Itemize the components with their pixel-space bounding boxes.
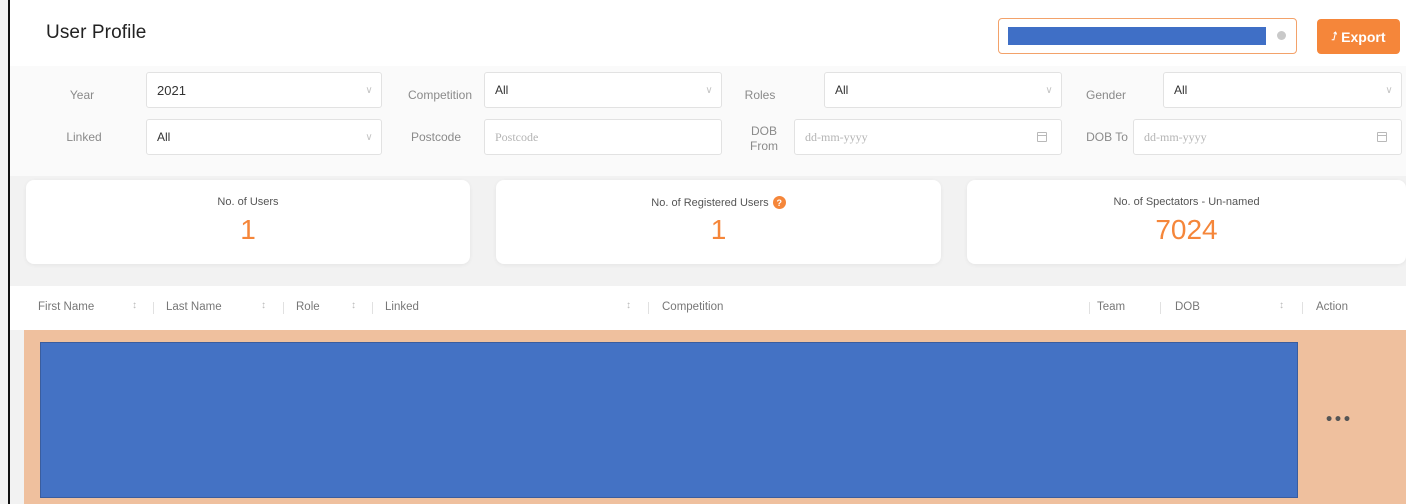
stat-value-spectators: 7024: [1155, 214, 1218, 245]
stat-card-registered-users: No. of Registered Users ? 1: [496, 180, 941, 264]
column-header-linked[interactable]: Linked: [385, 301, 419, 313]
column-divider: [153, 302, 154, 314]
dob-from-label: DOB From: [748, 124, 780, 154]
column-header-last-name[interactable]: Last Name: [166, 301, 222, 313]
chevron-down-icon: ∨: [705, 84, 713, 96]
year-select[interactable]: 2021 ∨: [146, 72, 382, 108]
column-header-action: Action: [1316, 301, 1348, 313]
redacted-search-text: [1008, 27, 1266, 45]
row-actions-button[interactable]: •••: [1324, 412, 1352, 428]
column-header-first-name[interactable]: First Name: [38, 301, 94, 313]
postcode-placeholder: Postcode: [495, 129, 539, 144]
dob-from-input[interactable]: dd-mm-yyyy: [794, 119, 1062, 155]
dob-to-label: DOB To: [1086, 130, 1128, 144]
clear-icon[interactable]: [1277, 31, 1286, 40]
roles-value: All: [835, 83, 849, 97]
column-divider: [1089, 302, 1090, 314]
gender-value: All: [1174, 83, 1188, 97]
sort-icon[interactable]: ↕: [626, 300, 631, 311]
page-title: User Profile: [46, 22, 147, 43]
gender-label: Gender: [1085, 88, 1127, 102]
linked-value: All: [157, 130, 171, 144]
linked-select[interactable]: All ∨: [146, 119, 382, 155]
linked-label: Linked: [66, 130, 102, 144]
stat-label-registered-users: No. of Registered Users ?: [496, 196, 941, 209]
stat-value-registered-users: 1: [710, 214, 727, 245]
dob-from-label-line2: From: [750, 139, 778, 153]
sort-icon[interactable]: ↕: [1279, 300, 1284, 311]
year-value: 2021: [157, 82, 186, 98]
stat-value-users: 1: [240, 214, 256, 245]
column-header-team[interactable]: Team: [1097, 301, 1125, 313]
table-row[interactable]: •••: [24, 330, 1406, 504]
dob-from-label-line1: DOB: [750, 124, 777, 138]
competition-value: All: [495, 83, 509, 97]
column-header-competition[interactable]: Competition: [662, 301, 723, 313]
stat-card-users: No. of Users 1: [26, 180, 470, 264]
export-button[interactable]: ⭜ Export: [1317, 19, 1400, 54]
sort-icon[interactable]: ↕: [351, 300, 356, 311]
chevron-down-icon: ∨: [365, 131, 373, 143]
chevron-down-icon: ∨: [365, 84, 373, 96]
roles-label: Roles: [744, 88, 776, 102]
stat-label-spectators: No. of Spectators - Un-named: [1113, 196, 1260, 208]
dob-to-input[interactable]: dd-mm-yyyy: [1133, 119, 1402, 155]
calendar-icon[interactable]: [1037, 132, 1047, 142]
column-header-role[interactable]: Role: [296, 301, 320, 313]
dob-from-placeholder: dd-mm-yyyy: [805, 129, 868, 144]
chevron-down-icon: ∨: [1045, 84, 1053, 96]
postcode-input[interactable]: Postcode: [484, 119, 722, 155]
calendar-icon[interactable]: [1377, 132, 1387, 142]
chevron-down-icon: ∨: [1385, 84, 1393, 96]
column-header-dob[interactable]: DOB: [1175, 301, 1200, 313]
gender-select[interactable]: All ∨: [1163, 72, 1402, 108]
sort-icon[interactable]: ↕: [261, 300, 266, 311]
sort-icon[interactable]: ↕: [132, 300, 137, 311]
stat-card-spectators: No. of Spectators - Un-named 7024: [967, 180, 1406, 264]
postcode-label: Postcode: [410, 130, 462, 144]
column-divider: [283, 302, 284, 314]
competition-select[interactable]: All ∨: [484, 72, 722, 108]
column-divider: [1302, 302, 1303, 314]
year-label: Year: [69, 88, 95, 102]
stat-label-users: No. of Users: [217, 196, 279, 208]
redacted-row-content: [40, 342, 1298, 498]
export-label: Export: [1341, 28, 1386, 45]
help-icon[interactable]: ?: [772, 196, 786, 209]
search-input[interactable]: [998, 18, 1297, 54]
double-chevron-up-icon: ⭜: [1331, 31, 1338, 43]
roles-select[interactable]: All ∨: [824, 72, 1062, 108]
column-divider: [372, 302, 373, 314]
column-divider: [1160, 302, 1161, 314]
competition-label: Competition: [407, 88, 473, 102]
dob-to-placeholder: dd-mm-yyyy: [1144, 129, 1207, 144]
column-divider: [648, 302, 649, 314]
